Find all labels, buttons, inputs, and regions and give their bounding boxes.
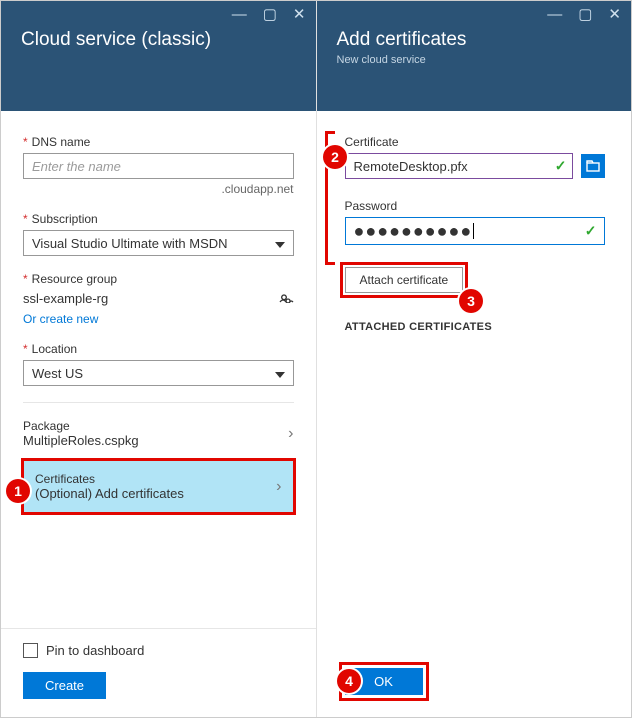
location-select[interactable]: West US [23,360,294,386]
chevron-down-icon [275,366,285,381]
certificates-value: (Optional) Add certificates [35,486,184,501]
minimize-icon[interactable]: — [232,7,247,22]
subscription-value: Visual Studio Ultimate with MSDN [32,236,228,251]
footer-right: OK [317,654,632,717]
package-row[interactable]: Package MultipleRoles.cspkg › [23,413,294,454]
blade-title-right: Add certificates [337,29,612,51]
checkmark-icon: ✓ [555,158,567,175]
maximize-icon[interactable]: ▢ [263,7,277,22]
footer-left: Pin to dashboard Create [1,628,316,717]
certificates-label: Certificates [35,472,184,486]
chevron-right-icon: › [288,425,293,443]
close-icon[interactable]: ✕ [608,7,621,22]
blade-subtitle-right: New cloud service [337,54,612,66]
blade-title-left: Cloud service (classic) [21,29,296,51]
browse-folder-button[interactable] [581,154,605,178]
annotation-callout-3: 3 [459,289,483,313]
annotation-callout-1: 1 [6,479,30,503]
annotation-callout-4: 4 [337,669,361,693]
certificate-label: Certificate [345,135,610,149]
certificates-row[interactable]: Certificates (Optional) Add certificates… [23,460,294,513]
pin-to-dashboard-label: Pin to dashboard [46,643,144,658]
checkmark-icon: ✓ [585,223,597,240]
password-input[interactable]: ●●●●●●●●●● [345,217,605,245]
dns-name-input[interactable] [23,153,294,179]
subscription-select[interactable]: Visual Studio Ultimate with MSDN [23,230,294,256]
chevron-right-icon: › [276,478,281,496]
blade-header-left: — ▢ ✕ Cloud service (classic) [1,1,316,111]
dns-suffix: .cloudapp.net [23,182,294,196]
certificate-file-value: RemoteDesktop.pfx [354,159,468,174]
pin-to-dashboard-checkbox[interactable] [23,643,38,658]
divider [23,402,294,403]
text-caret [473,223,474,239]
resource-group-label: *Resource group [23,272,294,286]
chevron-down-icon [275,236,285,251]
attach-certificate-button[interactable]: Attach certificate [345,267,464,293]
close-icon[interactable]: ✕ [293,7,306,22]
package-label: Package [23,419,139,433]
package-value: MultipleRoles.cspkg [23,433,139,448]
certificate-file-input[interactable]: RemoteDesktop.pfx [345,153,573,179]
location-value: West US [32,366,83,381]
location-label: *Location [23,342,294,356]
password-masked-value: ●●●●●●●●●● [354,221,473,242]
create-button[interactable]: Create [23,672,106,699]
resource-group-icon[interactable] [279,290,294,306]
panel-add-certificates: — ▢ ✕ Add certificates New cloud service… [317,1,632,717]
dns-name-label: *DNS name [23,135,294,149]
create-new-rg-link[interactable]: Or create new [23,312,98,326]
blade-header-right: — ▢ ✕ Add certificates New cloud service [317,1,632,111]
maximize-icon[interactable]: ▢ [578,7,592,22]
panel-cloud-service: — ▢ ✕ Cloud service (classic) *DNS name … [1,1,317,717]
resource-group-value: ssl-example-rg [23,291,108,306]
attached-certificates-header: ATTACHED CERTIFICATES [345,321,610,333]
password-label: Password [345,199,610,213]
subscription-label: *Subscription [23,212,294,226]
minimize-icon[interactable]: — [547,7,562,22]
annotation-callout-2: 2 [323,145,347,169]
